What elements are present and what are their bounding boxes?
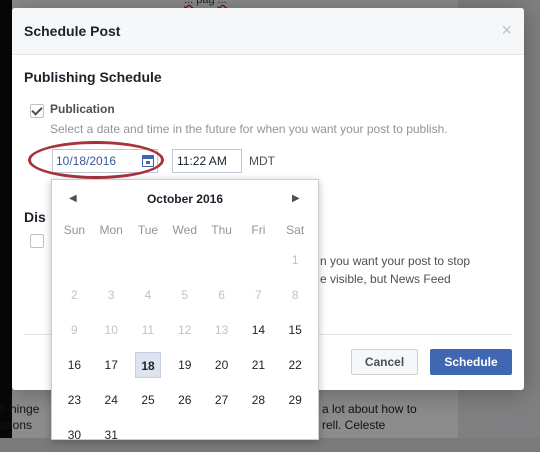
calendar-day-26[interactable]: 26: [166, 393, 203, 407]
calendar-day-25[interactable]: 25: [130, 393, 167, 407]
calendar-week-row: 16 17 18 19 20 21 22: [56, 347, 314, 382]
publication-checkbox[interactable]: [30, 104, 44, 118]
weekday-label: Sun: [63, 223, 86, 237]
calendar-day-30[interactable]: 30: [56, 428, 93, 442]
weekday-label: Thu: [211, 223, 232, 237]
schedule-button[interactable]: Schedule: [430, 349, 512, 375]
calendar-day-14[interactable]: 14: [240, 323, 277, 337]
calendar-day-22[interactable]: 22: [277, 358, 314, 372]
calendar-day-29[interactable]: 29: [277, 393, 314, 407]
calendar-day-10: 10: [104, 322, 118, 337]
calendar-day-7: 7: [255, 287, 262, 302]
weekday-label: Wed: [172, 223, 198, 237]
weekday-label: Tue: [137, 223, 159, 237]
calendar-week-row: 30 31: [56, 417, 314, 452]
publishing-schedule-heading: Publishing Schedule: [24, 69, 162, 85]
calendar-day-18[interactable]: 18: [134, 351, 162, 378]
calendar-grid: Sun Mon Tue Wed Thu Fri Sat 1 2 3 4 5 6 7 8 9 10 11 12 13 14…: [56, 218, 314, 452]
calendar-day-23[interactable]: 23: [56, 393, 93, 407]
weekday-header-row: Sun Mon Tue Wed Thu Fri Sat: [56, 218, 314, 242]
calendar-day-17[interactable]: 17: [93, 358, 130, 372]
distribution-checkbox[interactable]: [30, 234, 44, 248]
calendar-day-16[interactable]: 16: [56, 358, 93, 372]
time-value: 11:22 AM: [177, 154, 227, 168]
date-picker-calendar: ◀ October 2016 ▶ Sun Mon Tue Wed Thu Fri Sat 1 2…: [51, 179, 319, 442]
calendar-day-2: 2: [71, 287, 78, 302]
calendar-day-19[interactable]: 19: [166, 358, 203, 372]
calendar-day-20[interactable]: 20: [203, 358, 240, 372]
distribution-heading: Dis: [24, 209, 46, 225]
publication-description: Select a date and time in the future for…: [50, 122, 448, 136]
calendar-day-15[interactable]: 15: [277, 323, 314, 337]
calendar-day-4: 4: [144, 287, 152, 302]
calendar-day-3: 3: [107, 287, 115, 302]
distribution-description-2: e visible, but News Feed: [320, 272, 451, 286]
calendar-month-title: October 2016: [146, 192, 224, 206]
calendar-week-row: 23 24 25 26 27 28 29: [56, 382, 314, 417]
calendar-day-27[interactable]: 27: [203, 393, 240, 407]
weekday-label: Sat: [286, 223, 305, 237]
calendar-icon[interactable]: [142, 155, 154, 167]
calendar-day-21[interactable]: 21: [240, 358, 277, 372]
weekday-label: Mon: [99, 223, 123, 237]
time-field[interactable]: 11:22 AM: [172, 149, 242, 173]
calendar-day-28[interactable]: 28: [240, 393, 277, 407]
timezone-label: MDT: [249, 154, 275, 168]
date-value: 10/18/2016: [56, 154, 117, 168]
calendar-day-31[interactable]: 31: [93, 428, 130, 442]
publication-label: Publication: [50, 102, 115, 116]
calendar-day-1: 1: [291, 252, 299, 267]
calendar-day-9: 9: [71, 322, 78, 337]
calendar-week-row: 9 10 11 12 13 14 15: [56, 312, 314, 347]
dialog-header: Schedule Post ×: [12, 8, 524, 55]
dialog-title: Schedule Post: [24, 23, 121, 39]
next-month-icon[interactable]: ▶: [292, 193, 300, 204]
calendar-week-row: 1: [56, 242, 314, 277]
calendar-day-8: 8: [291, 287, 299, 302]
calendar-day-6: 6: [218, 287, 225, 302]
distribution-description-1: n you want your post to stop: [320, 254, 471, 268]
calendar-day-11: 11: [141, 322, 155, 337]
calendar-day-13: 13: [214, 322, 229, 337]
weekday-label: Fri: [251, 223, 266, 237]
calendar-day-12: 12: [178, 322, 192, 337]
cancel-button[interactable]: Cancel: [351, 349, 418, 375]
date-field[interactable]: 10/18/2016: [52, 149, 158, 173]
close-icon[interactable]: ×: [501, 21, 512, 39]
calendar-week-row: 2 3 4 5 6 7 8: [56, 277, 314, 312]
calendar-day-5: 5: [181, 287, 189, 302]
calendar-day-24[interactable]: 24: [93, 393, 130, 407]
